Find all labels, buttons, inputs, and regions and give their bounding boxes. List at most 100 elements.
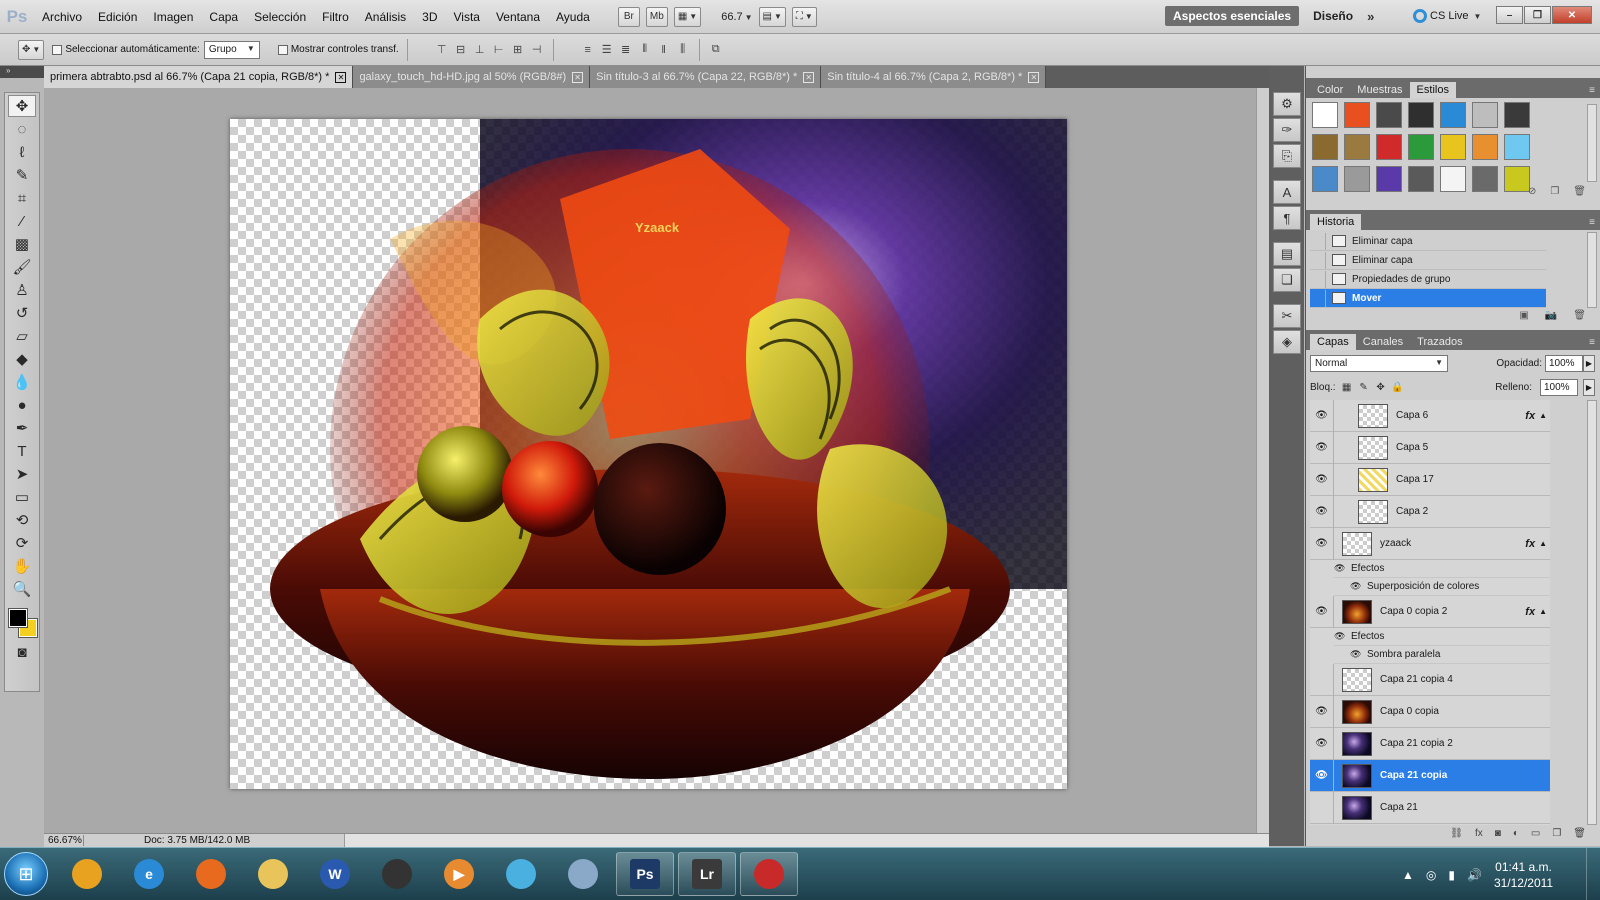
visibility-toggle[interactable]: 👁: [1310, 527, 1334, 560]
visibility-toggle[interactable]: 👁: [1310, 595, 1334, 628]
show-transform-checkbox[interactable]: [277, 44, 288, 55]
visibility-toggle[interactable]: 👁: [1310, 759, 1334, 792]
menu-item-imagen[interactable]: Imagen: [145, 10, 201, 24]
layer-row[interactable]: 👁 Capa 21 copia: [1310, 759, 1550, 792]
clone-source-icon[interactable]: ⎘: [1273, 144, 1301, 168]
status-zoom-field[interactable]: 66.67%: [44, 835, 84, 846]
auto-select-dropdown[interactable]: Grupo ▼: [203, 40, 260, 59]
history-item[interactable]: Mover: [1310, 289, 1546, 308]
3d-orbit-tool-icon[interactable]: ⟳: [8, 532, 36, 554]
close-button[interactable]: ✕: [1552, 6, 1592, 24]
vertical-scrollbar[interactable]: [1256, 88, 1269, 833]
align-top-icon[interactable]: ⊤: [434, 42, 450, 58]
opacity-input[interactable]: 100%: [1545, 354, 1583, 372]
taskbar-acrobat-button[interactable]: [740, 852, 798, 896]
layer-row[interactable]: 👁 yzaack fx ▲: [1310, 527, 1550, 560]
style-swatch[interactable]: [1376, 102, 1402, 128]
bridge-button[interactable]: Br: [617, 6, 640, 27]
style-swatch[interactable]: [1376, 134, 1402, 160]
taskbar-firefox-button[interactable]: [182, 852, 240, 896]
blur-tool-icon[interactable]: 💧: [8, 371, 36, 393]
stamp-tool-icon[interactable]: ♙: [8, 279, 36, 301]
layer-row[interactable]: Capa 21: [1310, 791, 1550, 824]
hand-tool-icon[interactable]: ✋: [8, 555, 36, 577]
align-right-icon[interactable]: ⊣: [529, 42, 545, 58]
tab-muestras[interactable]: Muestras: [1350, 82, 1409, 98]
tab-trazados[interactable]: Trazados: [1410, 334, 1469, 350]
taskbar-photoshop-button[interactable]: Ps: [616, 852, 674, 896]
snapshot-icon[interactable]: 📷: [1545, 310, 1557, 324]
brush-presets-icon[interactable]: ✑: [1273, 118, 1301, 142]
history-snapshot-checkbox[interactable]: [1310, 289, 1326, 307]
quick-mask-icon[interactable]: ◙: [8, 641, 36, 663]
close-icon[interactable]: ✕: [803, 71, 815, 83]
tab-color[interactable]: Color: [1310, 82, 1350, 98]
style-swatch[interactable]: [1408, 134, 1434, 160]
lock-pixels-icon[interactable]: ✎: [1358, 381, 1370, 393]
delete-state-icon[interactable]: 🗑: [1573, 310, 1586, 324]
panel-menu-icon[interactable]: ≡: [1589, 217, 1600, 230]
history-snapshot-checkbox[interactable]: [1310, 232, 1326, 250]
style-swatch[interactable]: [1472, 134, 1498, 160]
workspace-design-button[interactable]: Diseño: [1307, 9, 1359, 23]
style-swatch[interactable]: [1440, 102, 1466, 128]
history-snapshot-checkbox[interactable]: [1310, 270, 1326, 288]
layer-row[interactable]: 👁 Capa 5: [1310, 431, 1550, 464]
style-swatch[interactable]: [1344, 134, 1370, 160]
document-tab[interactable]: galaxy_touch_hd-HD.jpg al 50% (RGB/8#) ✕: [353, 66, 591, 88]
distribute-bottom-icon[interactable]: ≣: [618, 42, 634, 58]
layer-row[interactable]: 👁 Capa 2: [1310, 495, 1550, 528]
crop-tool-icon[interactable]: ⌗: [8, 187, 36, 209]
taskbar-calculator-button[interactable]: [554, 852, 612, 896]
opacity-slider-button[interactable]: ▶: [1583, 354, 1595, 372]
toolbox-grip[interactable]: »: [0, 66, 44, 78]
lock-transparency-icon[interactable]: ▦: [1341, 381, 1353, 393]
rectangle-tool-icon[interactable]: ▭: [8, 486, 36, 508]
fill-slider-button[interactable]: ▶: [1583, 378, 1595, 396]
styles-scrollbar[interactable]: [1587, 104, 1597, 182]
style-swatch[interactable]: [1312, 134, 1338, 160]
tab-history[interactable]: Historia: [1310, 214, 1362, 230]
eye-icon[interactable]: 👁: [1334, 631, 1348, 642]
close-icon[interactable]: ✕: [1028, 71, 1040, 83]
network-icon[interactable]: ▮: [1448, 868, 1455, 882]
dodge-tool-icon[interactable]: ●: [8, 394, 36, 416]
marquee-tool-icon[interactable]: ◌: [8, 118, 36, 140]
start-button[interactable]: ⊞: [4, 852, 48, 896]
menu-item-analisis[interactable]: Análisis: [357, 10, 414, 24]
tray-expand-icon[interactable]: ▲: [1402, 868, 1414, 882]
layer-row[interactable]: Capa 21 copia 4: [1310, 663, 1550, 696]
delete-style-icon[interactable]: 🗑: [1573, 186, 1586, 200]
document-tab[interactable]: Sin título-4 al 66.7% (Capa 2, RGB/8*) *…: [821, 66, 1047, 88]
align-vcenter-icon[interactable]: ⊟: [453, 42, 469, 58]
workspace-essentials-button[interactable]: Aspectos esenciales: [1165, 6, 1300, 26]
style-swatch[interactable]: [1440, 134, 1466, 160]
lasso-tool-icon[interactable]: ℓ: [8, 141, 36, 163]
visibility-toggle[interactable]: [1310, 791, 1334, 824]
menu-item-edicion[interactable]: Edición: [90, 10, 145, 24]
chevron-icon[interactable]: ▲: [1539, 539, 1547, 548]
style-swatch[interactable]: [1472, 102, 1498, 128]
eye-icon[interactable]: 👁: [1350, 581, 1364, 592]
layer-comps-icon[interactable]: ❏: [1273, 268, 1301, 292]
visibility-toggle[interactable]: 👁: [1310, 495, 1334, 528]
pen-tool-icon[interactable]: ✒: [8, 417, 36, 439]
delete-layer-icon[interactable]: 🗑: [1573, 828, 1586, 844]
menu-item-seleccion[interactable]: Selección: [246, 10, 314, 24]
3d-panel-icon[interactable]: ◈: [1273, 330, 1301, 354]
visibility-toggle[interactable]: 👁: [1310, 400, 1334, 432]
link-layers-icon[interactable]: ⛓: [1450, 828, 1463, 844]
show-transform-option[interactable]: Mostrar controles transf.: [277, 44, 399, 55]
visibility-toggle[interactable]: 👁: [1310, 463, 1334, 496]
lock-all-icon[interactable]: 🔒: [1391, 381, 1403, 393]
menu-item-capa[interactable]: Capa: [201, 10, 246, 24]
lock-position-icon[interactable]: ✥: [1375, 381, 1387, 393]
fx-icon[interactable]: fx: [1525, 410, 1535, 422]
taskbar-internet-explorer-button[interactable]: e: [120, 852, 178, 896]
canvas-area[interactable]: Yzaack: [44, 88, 1269, 833]
effect-item[interactable]: 👁 Superposición de colores: [1334, 578, 1550, 596]
taskbar-messenger-button[interactable]: [492, 852, 550, 896]
layer-row[interactable]: 👁 Capa 0 copia: [1310, 695, 1550, 728]
menu-item-archivo[interactable]: Archivo: [34, 10, 90, 24]
taskbar-explorer-button[interactable]: [244, 852, 302, 896]
